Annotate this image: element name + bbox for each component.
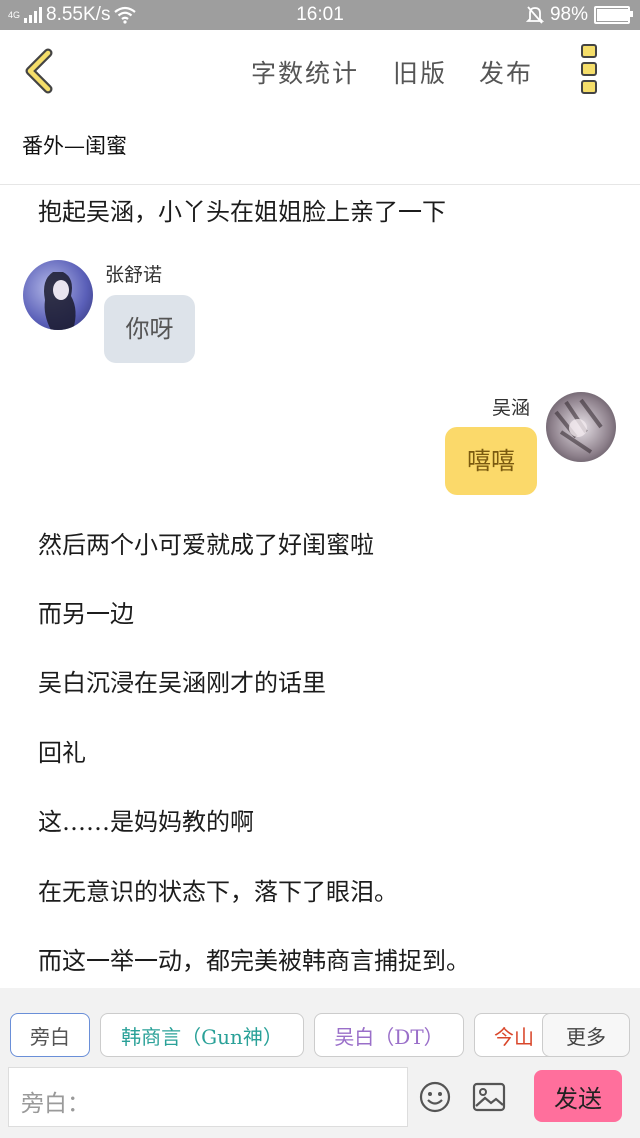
character-chip-wu-bai[interactable]: 吴白（DT） — [314, 1013, 464, 1057]
sender-name: 吴涵 — [492, 397, 531, 419]
avatar-zhang-shunuo[interactable] — [23, 260, 93, 330]
more-characters-button[interactable]: 更多 — [542, 1013, 630, 1057]
avatar-wu-han[interactable] — [546, 392, 616, 462]
more-menu-icon[interactable] — [578, 44, 600, 96]
story-line: 而另一边 — [38, 600, 134, 628]
old-version-button[interactable]: 旧版 — [393, 54, 447, 90]
publish-button[interactable]: 发布 — [479, 54, 533, 90]
message-bubble-right[interactable]: 嘻嘻 — [445, 427, 537, 495]
story-line: 然后两个小可爱就成了好闺蜜啦 — [38, 531, 374, 559]
mute-bell-icon — [525, 6, 544, 24]
avatar-image — [44, 272, 76, 330]
message-input[interactable]: 旁白： — [8, 1067, 408, 1127]
story-line: 这……是妈妈教的啊 — [38, 808, 254, 836]
sender-name: 张舒诺 — [105, 264, 163, 286]
character-chip-narration[interactable]: 旁白 — [10, 1013, 90, 1057]
emoji-icon[interactable] — [418, 1080, 452, 1114]
story-line: 回礼 — [38, 739, 86, 767]
top-toolbar: 字数统计 旧版 发布 — [0, 30, 640, 110]
word-count-button[interactable]: 字数统计 — [251, 54, 359, 90]
image-icon[interactable] — [472, 1082, 506, 1112]
story-line: 抱起吴涵，小丫头在姐姐脸上亲了一下 — [38, 198, 446, 226]
avatar-image — [554, 398, 603, 454]
divider — [0, 184, 640, 185]
story-line: 吴白沉浸在吴涵刚才的话里 — [38, 669, 326, 697]
send-button[interactable]: 发送 — [534, 1070, 622, 1122]
story-line: 而这一举一动，都完美被韩商言捕捉到。 — [38, 947, 470, 975]
battery-percent: 98% — [549, 4, 588, 25]
message-bubble-left[interactable]: 你呀 — [104, 295, 195, 363]
status-bar: 4G 8.55K/s 16:01 98% — [0, 0, 640, 30]
chapter-title[interactable]: 番外—闺蜜 — [22, 130, 127, 160]
battery-icon — [594, 6, 633, 24]
back-arrow-icon[interactable] — [20, 48, 60, 94]
story-line: 在无意识的状态下，落下了眼泪。 — [38, 878, 398, 906]
character-chip-han-shangyan[interactable]: 韩商言（Gun神） — [100, 1013, 304, 1057]
